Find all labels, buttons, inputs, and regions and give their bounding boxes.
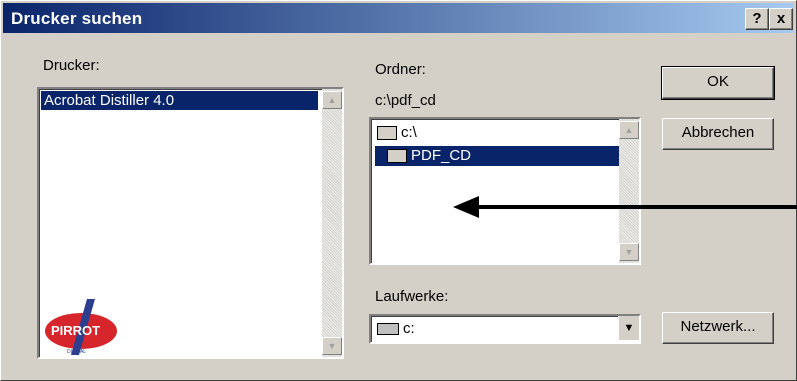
folder-item-root-label: c:\ [401, 124, 417, 141]
printer-list[interactable]: Acrobat Distiller 4.0 ▲ ▼ PIRROT DIGITAL [37, 87, 344, 359]
scroll-up-icon[interactable]: ▲ [619, 121, 639, 139]
scroll-down-icon[interactable]: ▼ [322, 337, 342, 355]
drive-icon [377, 323, 399, 335]
printer-label: Drucker: [43, 57, 100, 74]
folder-item-root[interactable]: c:\ [377, 123, 417, 143]
logo-text: PIRROT [51, 323, 100, 338]
network-button[interactable]: Netzwerk... [662, 312, 774, 344]
folder-path: c:\pdf_cd [375, 92, 436, 109]
folder-label: Ordner: [375, 61, 426, 78]
close-button[interactable]: x [769, 8, 793, 30]
printer-list-scrollbar[interactable]: ▲ ▼ [322, 89, 342, 357]
find-printer-dialog: Drucker suchen ? x Drucker: Acrobat Dist… [0, 0, 797, 381]
scroll-down-icon[interactable]: ▼ [619, 243, 639, 261]
scroll-up-icon[interactable]: ▲ [322, 91, 342, 109]
drive-select[interactable]: c: ▼ [369, 314, 641, 344]
folder-open-icon [387, 149, 407, 164]
folder-list-scrollbar[interactable]: ▲ ▼ [619, 119, 639, 263]
ok-button[interactable]: OK [661, 66, 775, 100]
folder-item-pdf-cd-label: PDF_CD [411, 147, 472, 164]
logo-subtext: DIGITAL [67, 349, 86, 355]
drive-value: c: [403, 320, 415, 337]
dialog-title: Drucker suchen [11, 9, 143, 28]
folder-open-icon [377, 126, 397, 141]
folder-item-pdf-cd[interactable]: PDF_CD [375, 146, 623, 166]
pirrot-logo: PIRROT DIGITAL [45, 299, 117, 355]
drives-label: Laufwerke: [375, 288, 449, 305]
arrow-left-icon [453, 196, 797, 218]
folder-list[interactable]: c:\ PDF_CD ▲ ▼ [369, 117, 641, 265]
list-item[interactable]: Acrobat Distiller 4.0 [41, 91, 318, 110]
cancel-button[interactable]: Abbrechen [662, 118, 774, 150]
chevron-down-icon[interactable]: ▼ [618, 316, 639, 340]
help-button[interactable]: ? [745, 8, 769, 30]
title-bar: Drucker suchen ? x [3, 3, 794, 33]
